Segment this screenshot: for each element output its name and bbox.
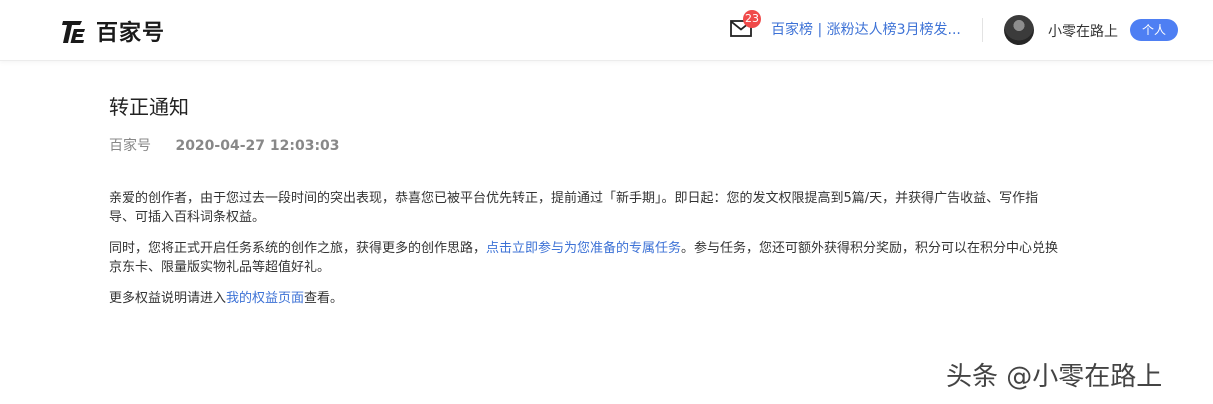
watermark: 头条 @小零在路上 [946,362,1163,392]
header-divider [982,18,983,42]
paragraph-2-line-2: 京东卡、限量版实物礼品等超值好礼。 [109,260,331,275]
username[interactable]: 小零在路上 [1048,21,1118,41]
mail-badge: 23 [743,10,761,28]
paragraph-2-text: 同时，您将正式开启任务系统的创作之旅，获得更多的创作思路， [109,241,487,256]
paragraph-1: 亲爱的创作者，由于您过去一段时间的突出表现，恭喜您已被平台优先转正，提前通过「新… [109,189,1149,227]
mail-button[interactable]: 23 [730,10,761,40]
paragraph-3-text: 更多权益说明请进入 [109,291,227,306]
top-header: 百家号 23 百家榜 | 涨粉达人榜3月榜发... 小零在路上 个人 [0,0,1213,61]
paragraph-2: 同时，您将正式开启任务系统的创作之旅，获得更多的创作思路，点击立即参与为您准备的… [109,239,1149,277]
paragraph-1-line-2: 导、可插入百科词条权益。 [109,210,266,225]
task-link[interactable]: 点击立即参与为您准备的专属任务 [486,241,681,256]
article-datetime: 2020-04-27 12:03:03 [175,138,340,154]
role-button[interactable]: 个人 [1130,19,1178,41]
paragraph-3: 更多权益说明请进入我的权益页面查看。 [109,289,1149,308]
logo-text: 百家号 [96,21,166,46]
article-source: 百家号 [109,138,151,154]
rights-page-link[interactable]: 我的权益页面 [226,291,304,306]
article-meta: 百家号 2020-04-27 12:03:03 [109,135,1149,155]
notice-link[interactable]: 百家榜 | 涨粉达人榜3月榜发... [771,19,961,39]
user-avatar[interactable] [1004,15,1034,45]
paragraph-2-text-after: 。参与任务，您还可额外获得积分奖励，积分可以在积分中心兑换 [681,241,1059,256]
article-content: 转正通知 百家号 2020-04-27 12:03:03 亲爱的创作者，由于您过… [109,92,1149,308]
baijiahao-logo-icon [62,21,85,43]
paragraph-3-text-after: 查看。 [304,291,344,306]
page-title: 转正通知 [109,95,189,119]
baijiahao-logo[interactable]: 百家号 [60,17,166,46]
paragraph-1-line-1: 亲爱的创作者，由于您过去一段时间的突出表现，恭喜您已被平台优先转正，提前通过「新… [109,191,1039,206]
